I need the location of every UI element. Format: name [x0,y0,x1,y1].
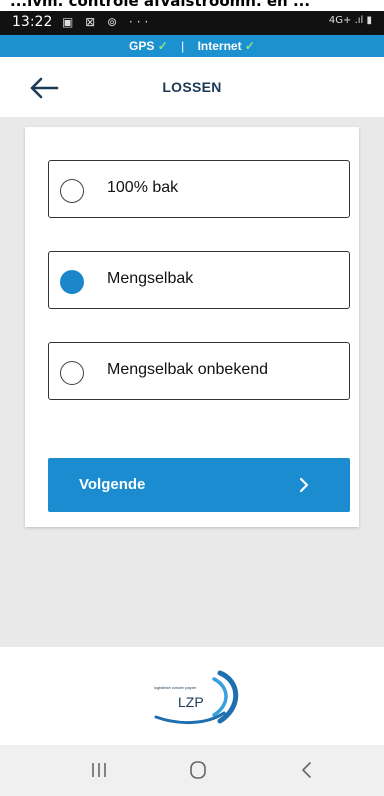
signal-battery-icons: 4G+ .ıl ▮ [328,15,372,26]
recent-apps-icon[interactable] [84,757,114,783]
option-mengselbak[interactable]: Mengselbak [48,251,350,309]
option-label: 100% bak [107,179,179,196]
next-button[interactable]: Volgende [48,458,350,512]
clipped-top-text-label: ...ivm. controle afvalstroomh. en ... [10,0,311,10]
status-time: 13:22 [12,14,53,30]
option-label: Mengselbak onbekend [107,361,269,378]
notification-icons: ▣ ⊠ ⊚ ··· [62,15,153,29]
status-bar: 13:22 ▣ ⊠ ⊚ ··· 4G+ .ıl ▮ [0,11,384,35]
internet-label: Internet [197,39,242,53]
lzp-logo: logistieke zonder papier LZP [154,670,239,725]
home-icon[interactable] [183,757,213,783]
logo-text: LZP [178,694,204,710]
footer: logistieke zonder papier LZP [0,647,384,745]
back-nav-icon[interactable] [292,757,322,783]
internet-check-icon: ✓ [244,39,255,53]
next-button-label: Volgende [79,476,146,493]
radio-icon[interactable] [60,361,84,385]
connection-status-bar: GPS ✓ | Internet ✓ [0,35,384,57]
option-mengselbak-onbekend[interactable]: Mengselbak onbekend [48,342,350,400]
clipped-top-text: ...ivm. controle afvalstroomh. en ... [0,0,384,11]
page-title: LOSSEN [162,79,222,95]
radio-icon[interactable] [60,179,84,203]
option-100-bak[interactable]: 100% bak [48,160,350,218]
logo-small-text: logistieke zonder papier [154,685,197,690]
connection-separator: | [181,39,185,53]
chevron-right-icon [299,477,309,493]
options-card: 100% bak Mengselbak Mengselbak onbekend … [25,127,359,527]
gps-check-icon: ✓ [157,39,168,53]
app-header: LOSSEN [0,57,384,117]
option-label: Mengselbak [107,270,194,287]
radio-selected-icon[interactable] [60,270,84,294]
main-content: 100% bak Mengselbak Mengselbak onbekend … [0,117,384,647]
android-nav-bar [0,745,384,796]
gps-label: GPS [129,39,155,53]
